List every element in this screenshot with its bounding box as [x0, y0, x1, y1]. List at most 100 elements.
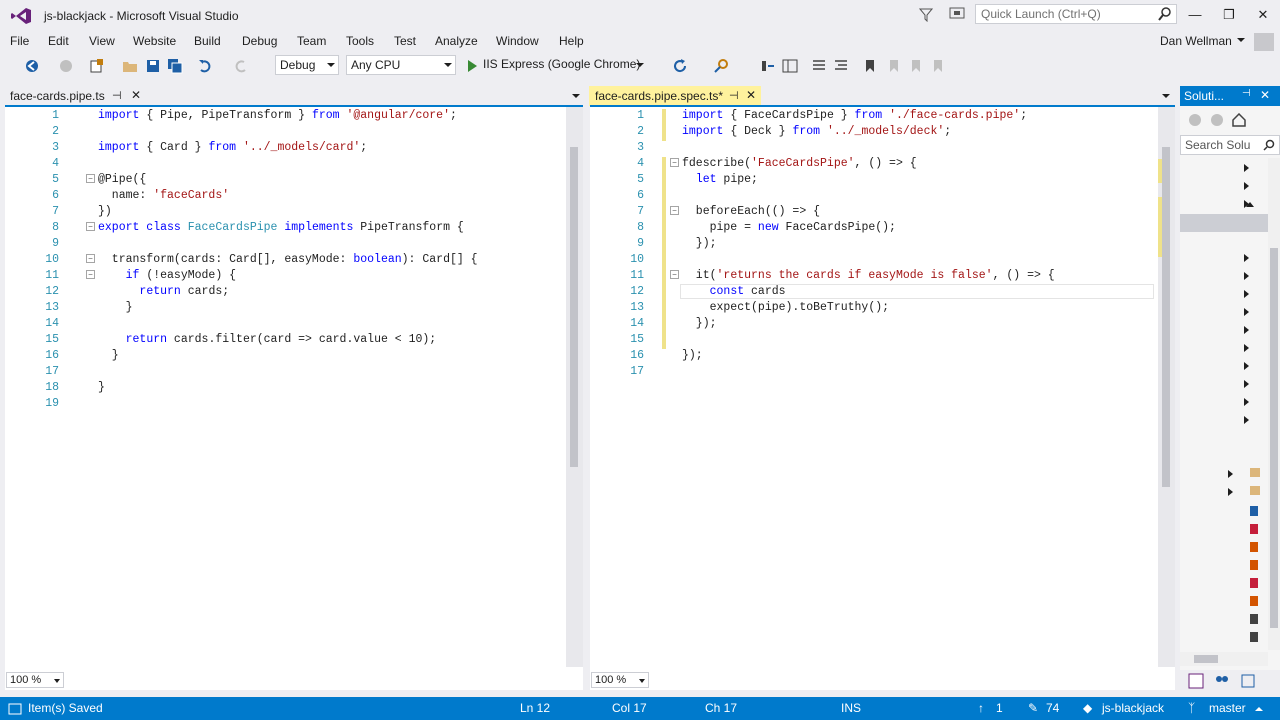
- feedback-icon[interactable]: [949, 6, 967, 22]
- forward-icon[interactable]: [1210, 113, 1224, 127]
- branch-name[interactable]: master: [1209, 701, 1246, 715]
- avatar[interactable]: [1254, 33, 1274, 51]
- file-icon[interactable]: [1250, 614, 1258, 624]
- tree-expand-icon[interactable]: [1244, 416, 1249, 424]
- save-icon[interactable]: [145, 58, 161, 74]
- platform-select[interactable]: Any CPU: [346, 55, 456, 75]
- close-icon[interactable]: ✕: [131, 88, 141, 102]
- menu-edit[interactable]: Edit: [48, 34, 69, 48]
- tree-collapse-icon[interactable]: [1246, 202, 1254, 207]
- back-icon[interactable]: [1188, 113, 1202, 127]
- back-icon[interactable]: [24, 58, 40, 74]
- file-icon[interactable]: [1250, 542, 1258, 552]
- close-window-button[interactable]: ✕: [1248, 4, 1278, 26]
- menu-test[interactable]: Test: [394, 34, 416, 48]
- unpublished-count[interactable]: 1: [996, 701, 1003, 715]
- menu-view[interactable]: View: [89, 34, 115, 48]
- file-icon[interactable]: [1250, 596, 1258, 606]
- refresh-icon[interactable]: [672, 58, 688, 74]
- menu-tools[interactable]: Tools: [346, 34, 374, 48]
- tree-expand-icon[interactable]: [1228, 470, 1233, 478]
- run-target-label[interactable]: IIS Express (Google Chrome): [483, 57, 640, 71]
- menu-window[interactable]: Window: [496, 34, 539, 48]
- publish-up-icon[interactable]: ↑: [978, 701, 984, 715]
- collapse-toggle[interactable]: −: [86, 270, 95, 279]
- right-code-editor[interactable]: 1 2 3 4 5 6 7 8 9 10 11 12 13 14 15 16 17 − − − import {…: [590, 105, 1175, 690]
- branch-icon[interactable]: ᛉ: [1188, 701, 1195, 715]
- collapse-toggle[interactable]: −: [670, 158, 679, 167]
- tab-face-cards-pipe[interactable]: face-cards.pipe.ts ⊣ ✕: [0, 86, 150, 106]
- chevron-up-icon[interactable]: [1255, 707, 1263, 711]
- step-icon[interactable]: [760, 58, 776, 74]
- collapse-toggle[interactable]: −: [86, 222, 95, 231]
- minimize-button[interactable]: —: [1180, 4, 1210, 26]
- solution-vertical-scrollbar[interactable]: [1268, 158, 1280, 650]
- notifications-filter-icon[interactable]: [919, 8, 933, 22]
- tree-expand-icon[interactable]: [1244, 272, 1249, 280]
- file-icon[interactable]: [1250, 632, 1258, 642]
- left-zoom-select[interactable]: 100 %: [6, 672, 64, 688]
- configuration-select[interactable]: Debug: [275, 55, 339, 75]
- tree-expand-icon[interactable]: [1244, 398, 1249, 406]
- menu-debug[interactable]: Debug: [242, 34, 277, 48]
- scrollbar-thumb[interactable]: [570, 147, 578, 467]
- account-name[interactable]: Dan Wellman: [1160, 34, 1232, 48]
- solution-horizontal-scrollbar[interactable]: [1180, 652, 1268, 666]
- scrollbar-thumb[interactable]: [1194, 655, 1218, 663]
- pending-changes-count[interactable]: 74: [1046, 701, 1059, 715]
- undo-icon[interactable]: [197, 58, 213, 74]
- tree-expand-icon[interactable]: [1244, 380, 1249, 388]
- prev-bookmark-icon[interactable]: [886, 58, 902, 74]
- pin-icon[interactable]: ⊣: [1242, 88, 1251, 99]
- pin-icon[interactable]: ⊣: [729, 89, 739, 102]
- right-zoom-select[interactable]: 100 %: [591, 672, 649, 688]
- tree-expand-icon[interactable]: [1244, 362, 1249, 370]
- open-folder-icon[interactable]: [122, 58, 138, 74]
- tab-face-cards-pipe-spec[interactable]: face-cards.pipe.spec.ts* ⊣ ✕: [589, 86, 761, 106]
- menu-team[interactable]: Team: [297, 34, 326, 48]
- tree-expand-icon[interactable]: [1244, 344, 1249, 352]
- home-icon[interactable]: [1232, 113, 1246, 127]
- file-icon[interactable]: [1250, 524, 1258, 534]
- tree-expand-icon[interactable]: [1244, 308, 1249, 316]
- scrollbar-thumb[interactable]: [1270, 248, 1278, 628]
- menu-analyze[interactable]: Analyze: [435, 34, 478, 48]
- comment-icon[interactable]: [811, 58, 827, 74]
- save-all-icon[interactable]: [167, 58, 183, 74]
- pin-icon[interactable]: ⊣: [112, 89, 122, 102]
- layout-icon[interactable]: [782, 58, 798, 74]
- quick-launch-input[interactable]: Quick Launch (Ctrl+Q): [975, 4, 1177, 24]
- pencil-icon[interactable]: ✎: [1028, 701, 1038, 715]
- menu-help[interactable]: Help: [559, 34, 584, 48]
- tree-expand-icon[interactable]: [1244, 290, 1249, 298]
- left-code-editor[interactable]: 1 2 3 4 5 6 7 8 9 10 11 12 13 14 15 16 17 18 19 − − − − im…: [5, 105, 583, 690]
- account-dropdown-icon[interactable]: [1237, 38, 1245, 42]
- tab-list-dropdown-icon[interactable]: [572, 94, 580, 98]
- tab-list-dropdown-icon[interactable]: [1162, 94, 1170, 98]
- maximize-button[interactable]: ❐: [1214, 4, 1244, 26]
- next-bookmark-icon[interactable]: [908, 58, 924, 74]
- collapse-toggle[interactable]: −: [86, 174, 95, 183]
- solution-search-input[interactable]: Search Solu: [1180, 135, 1280, 155]
- repository-name[interactable]: js-blackjack: [1102, 701, 1164, 715]
- menu-build[interactable]: Build: [194, 34, 221, 48]
- tree-expand-icon[interactable]: [1244, 182, 1249, 190]
- find-icon[interactable]: [713, 58, 729, 74]
- close-icon[interactable]: ✕: [746, 88, 756, 102]
- collapse-toggle[interactable]: −: [670, 206, 679, 215]
- solution-explorer-tab-icon[interactable]: [1188, 673, 1204, 689]
- tree-expand-icon[interactable]: [1244, 326, 1249, 334]
- file-icon[interactable]: [1250, 578, 1258, 588]
- collapse-toggle[interactable]: −: [86, 254, 95, 263]
- tree-expand-icon[interactable]: [1244, 254, 1249, 262]
- team-explorer-tab-icon[interactable]: [1214, 673, 1230, 689]
- tree-expand-icon[interactable]: [1228, 488, 1233, 496]
- repository-icon[interactable]: ◆: [1083, 701, 1092, 715]
- menu-website[interactable]: Website: [133, 34, 176, 48]
- collapse-toggle[interactable]: −: [670, 270, 679, 279]
- left-vertical-scrollbar[interactable]: [566, 107, 583, 667]
- file-icon[interactable]: [1250, 560, 1258, 570]
- new-project-icon[interactable]: [89, 58, 105, 74]
- clear-bookmarks-icon[interactable]: [930, 58, 946, 74]
- uncomment-icon[interactable]: [833, 58, 849, 74]
